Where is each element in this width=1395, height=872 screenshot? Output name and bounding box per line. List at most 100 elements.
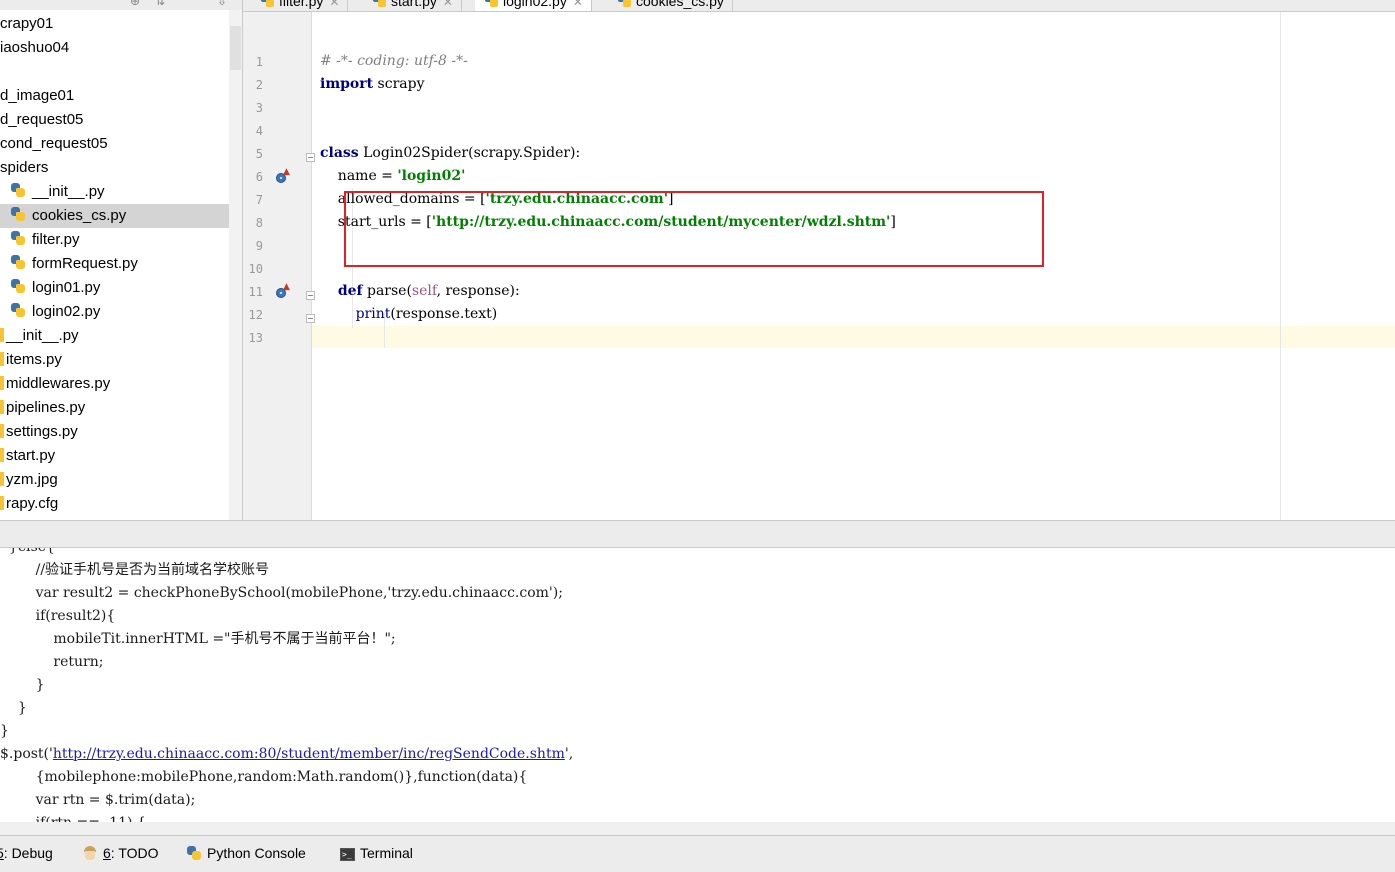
- tree-item-label: iaoshuo04: [0, 39, 70, 56]
- tree-item-d-image01[interactable]: d_image01: [0, 84, 229, 108]
- tree-item-label: yzm.jpg: [6, 471, 58, 488]
- tree-item-login02-py[interactable]: login02.py: [0, 300, 229, 324]
- python-file-icon: [10, 302, 27, 319]
- fold-marker-icon[interactable]: [306, 291, 315, 300]
- line-number: 6: [255, 170, 263, 184]
- tree-item-label: filter.py: [32, 231, 80, 248]
- tree-item-label: items.py: [6, 351, 62, 368]
- tree-item-items-py[interactable]: items.py: [0, 348, 229, 372]
- terminal-button[interactable]: Terminal: [340, 843, 413, 865]
- tree-item-init-py[interactable]: __init__.py: [0, 324, 229, 348]
- todo-label: : TODO: [110, 845, 159, 861]
- tree-item-rapy-cfg[interactable]: rapy.cfg: [0, 492, 229, 516]
- console-line: return;: [0, 651, 103, 674]
- tree-item-formrequest-py[interactable]: formRequest.py: [0, 252, 229, 276]
- tree-item-init-py[interactable]: __init__.py: [0, 180, 229, 204]
- tree-item-settings-py[interactable]: settings.py: [0, 420, 229, 444]
- settings-icon[interactable]: ⇩: [217, 0, 227, 8]
- todo-icon: [82, 845, 98, 861]
- panel-splitter[interactable]: [0, 520, 1395, 548]
- tree-item-pipelines-py[interactable]: pipelines.py: [0, 396, 229, 420]
- terminal-label: Terminal: [360, 845, 413, 861]
- console-line: var rtn = $.trim(data);: [0, 789, 196, 812]
- tab-label: cookies_cs.py: [636, 0, 724, 9]
- tree-item-iaoshuo04[interactable]: iaoshuo04: [0, 36, 229, 60]
- tab-login02-py[interactable]: login02.py ✕: [475, 0, 592, 11]
- comment: # -*- coding: utf-8 -*-: [320, 53, 468, 69]
- tab-filter-py[interactable]: filter.py ✕: [251, 0, 349, 11]
- project-scrollbar[interactable]: [229, 10, 242, 520]
- line-number: 2: [255, 78, 263, 92]
- collapse-icon[interactable]: ⇅: [155, 0, 165, 8]
- editor-tab-bar: filter.py ✕ start.py ✕ login02.py ✕ cookies…: [243, 0, 1395, 12]
- tree-item-label: rapy.cfg: [6, 495, 59, 512]
- console-line: mobileTit.innerHTML ="手机号不属于当前平台！";: [0, 628, 396, 651]
- line-number: 12: [248, 308, 263, 322]
- override-method-icon[interactable]: ▲: [275, 282, 290, 299]
- keyword: import: [320, 76, 374, 92]
- tree-item-label: d_image01: [0, 87, 75, 104]
- fold-marker-icon[interactable]: [306, 314, 315, 323]
- code-line-5: class Login02Spider(scrapy.Spider):: [320, 142, 580, 165]
- tree-item-label: spiders: [0, 159, 49, 176]
- project-scroll-thumb[interactable]: [230, 26, 241, 70]
- tree-item-label: settings.py: [6, 423, 78, 440]
- python-file-icon: [10, 230, 27, 247]
- tree-item-middlewares-py[interactable]: middlewares.py: [0, 372, 229, 396]
- console-line: $.post('http://trzy.edu.chinaacc.com:80/…: [0, 743, 573, 766]
- tree-item-login01-py[interactable]: login01.py: [0, 276, 229, 300]
- console-text: }: [17, 700, 27, 716]
- tree-item-yzm-jpg[interactable]: yzm.jpg: [0, 468, 229, 492]
- console-text: //验证手机号是否为当前域名学校账号: [35, 562, 270, 578]
- target-icon[interactable]: ⊕: [130, 0, 140, 8]
- todo-tool-button[interactable]: 6: TODO: [82, 843, 159, 863]
- tool-window-bar: 5: Debug 6: TODO Python Console Terminal: [0, 835, 1395, 872]
- python-file-icon: [618, 0, 632, 8]
- string-literal: 'login02': [397, 168, 466, 184]
- line-number: 13: [248, 331, 263, 345]
- tree-item-blank[interactable]: [0, 60, 229, 84]
- tab-start-py[interactable]: start.py ✕: [363, 0, 462, 11]
- tree-item-label: login01.py: [32, 279, 101, 296]
- console-link[interactable]: http://trzy.edu.chinaacc.com:80/student/…: [53, 746, 565, 762]
- override-method-icon[interactable]: ▲: [275, 167, 290, 184]
- tree-item-d-request05[interactable]: d_request05: [0, 108, 229, 132]
- close-icon[interactable]: ✕: [573, 0, 583, 9]
- output-panel: }else{ //验证手机号是否为当前域名学校账号 var result2 = …: [0, 548, 1395, 822]
- tree-item-label: pipelines.py: [6, 399, 86, 416]
- file-icon: [0, 424, 4, 438]
- file-icon: [0, 448, 4, 462]
- console-text: $.post(': [0, 746, 53, 762]
- tree-item-filter-py[interactable]: filter.py: [0, 228, 229, 252]
- code-text: name =: [320, 168, 398, 184]
- console-line: {mobilephone:mobilePhone,random:Math.ran…: [0, 766, 528, 789]
- close-icon[interactable]: ✕: [443, 0, 453, 9]
- tab-label: filter.py: [279, 0, 324, 9]
- console-text: if(result2){: [35, 608, 116, 624]
- tree-item-label: start.py: [6, 447, 56, 464]
- tree-item-cond-request05[interactable]: cond_request05: [0, 132, 229, 156]
- horizontal-scrollbar[interactable]: [0, 822, 1395, 835]
- tree-item-cookies-cs-py[interactable]: cookies_cs.py: [0, 204, 229, 228]
- python-file-icon: [373, 0, 387, 8]
- python-console-button[interactable]: Python Console: [186, 843, 306, 863]
- tree-item-spiders[interactable]: spiders: [0, 156, 229, 180]
- tab-cookies-cs-py[interactable]: cookies_cs.py: [608, 0, 733, 11]
- fold-marker-icon[interactable]: [306, 153, 315, 162]
- debug-tool-button[interactable]: 5: Debug: [0, 843, 53, 863]
- tree-item-crapy01[interactable]: crapy01: [0, 12, 229, 36]
- code-text: , response):: [436, 283, 520, 299]
- tree-item-start-py[interactable]: start.py: [0, 444, 229, 468]
- console-text: mobileTit.innerHTML ="手机号不属于当前平台！";: [53, 631, 396, 647]
- tree-item-label: cookies_cs.py: [32, 207, 127, 224]
- close-icon[interactable]: ✕: [329, 0, 339, 9]
- code-text: scrapy: [373, 76, 425, 92]
